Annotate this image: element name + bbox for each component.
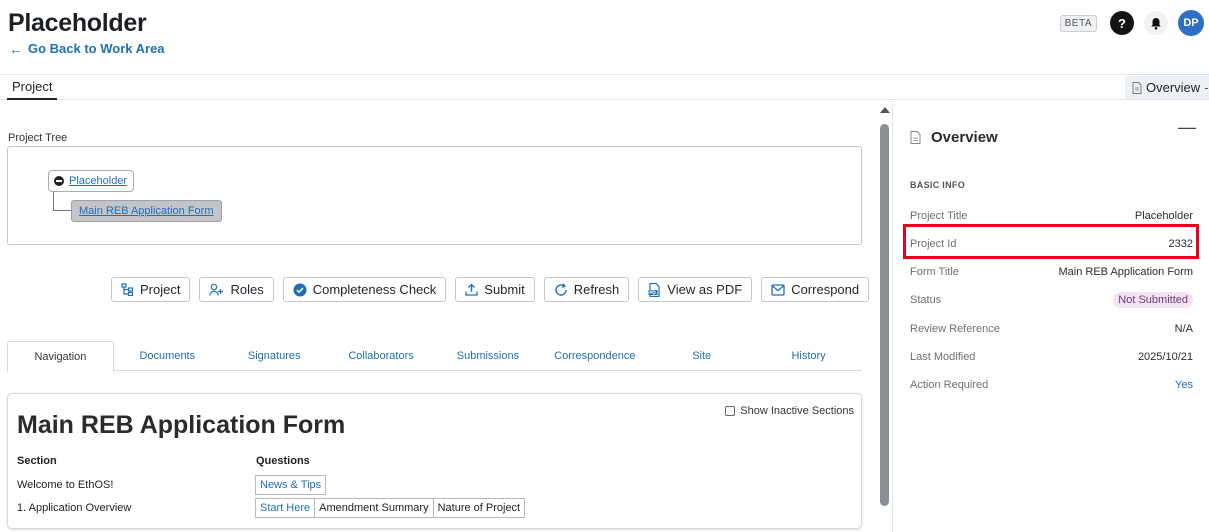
refresh-button[interactable]: Refresh	[543, 277, 630, 302]
info-row-form-title: Form Title Main REB Application Form	[910, 262, 1193, 282]
highlight-annotation	[903, 224, 1199, 259]
tab-collaborators[interactable]: Collaborators	[328, 341, 435, 371]
correspond-button[interactable]: Correspond	[761, 277, 870, 302]
tree-node-child-label: Main REB Application Form	[79, 205, 214, 217]
help-icon[interactable]: ?	[1110, 11, 1134, 35]
mail-icon	[771, 283, 785, 296]
tab-overview-label: Overview	[1146, 80, 1201, 95]
project-button-label: Project	[140, 282, 181, 297]
tab-overview-tail: -	[1204, 80, 1209, 95]
submit-button-label: Submit	[484, 282, 525, 297]
info-row-last-modified: Last Modified 2025/10/21	[910, 347, 1193, 367]
show-inactive-checkbox[interactable]	[725, 406, 736, 416]
completeness-check-label: Completeness Check	[312, 282, 437, 297]
tab-navigation[interactable]: Navigation	[7, 341, 114, 372]
info-row-project-title: Project Title Placeholder	[910, 206, 1193, 226]
back-link-label: Go Back to Work Area	[28, 41, 165, 56]
tree-node-child[interactable]: Main REB Application Form	[71, 200, 222, 222]
arrow-left-icon: ←	[9, 40, 23, 57]
info-row-status: Status Not Submitted	[910, 290, 1193, 310]
tree-node-root[interactable]: Placeholder	[48, 170, 135, 192]
info-key: Form Title	[910, 266, 959, 278]
info-value: Main REB Application Form	[1058, 266, 1194, 278]
submit-button[interactable]: Submit	[455, 277, 535, 302]
tree-node-root-label: Placeholder	[69, 175, 128, 187]
section-row-label: 1. Application Overview	[17, 502, 132, 514]
show-inactive-label: Show Inactive Sections	[740, 405, 854, 417]
scroll-up-arrow-icon[interactable]	[880, 107, 890, 113]
roles-button[interactable]: Roles	[199, 277, 274, 302]
questions-column-header: Questions	[256, 455, 310, 467]
form-navigation-card: Main REB Application Form Show Inactive …	[7, 393, 862, 529]
pdf-icon	[648, 282, 660, 297]
collapse-panel-button[interactable]: —	[1178, 117, 1196, 138]
beta-badge: BETA	[1059, 14, 1097, 32]
refresh-button-label: Refresh	[573, 282, 620, 297]
page-title: Placeholder	[8, 9, 147, 37]
show-inactive-sections-toggle[interactable]: Show Inactive Sections	[725, 405, 854, 417]
question-chips: News & Tips	[255, 475, 327, 495]
info-value: N/A	[1174, 323, 1193, 335]
document-icon	[1132, 81, 1142, 94]
info-key: Review Reference	[910, 323, 1000, 335]
info-row-action-required: Action Required Yes	[910, 375, 1193, 395]
tab-submissions[interactable]: Submissions	[435, 341, 542, 371]
info-value: 2025/10/21	[1137, 351, 1193, 363]
project-button[interactable]: Project	[111, 277, 191, 302]
project-tree-icon	[121, 283, 134, 296]
tab-documents[interactable]: Documents	[114, 341, 221, 371]
question-chip[interactable]: Start Here	[255, 498, 316, 518]
tab-overview[interactable]: Overview -	[1125, 76, 1209, 99]
header-actions: BETA ? DP	[1059, 10, 1204, 36]
upload-icon	[465, 283, 478, 296]
back-to-work-area-link[interactable]: ← Go Back to Work Area	[9, 41, 165, 56]
main-content: Project Tree Placeholder Main REB Applic…	[0, 101, 876, 532]
scrollbar-thumb[interactable]	[880, 124, 889, 506]
document-icon	[910, 131, 921, 144]
tab-history[interactable]: History	[755, 341, 862, 371]
tab-project[interactable]: Project	[7, 78, 58, 100]
basic-info-heading: BASIC INFO	[910, 180, 966, 190]
action-toolbar: Project Roles Completeness Check Submit …	[111, 277, 870, 302]
view-as-pdf-label: View as PDF	[667, 282, 743, 297]
overview-title: Overview	[910, 129, 998, 146]
info-key: Project Title	[910, 210, 968, 222]
collapse-node-icon[interactable]	[54, 176, 64, 186]
notification-bell-icon[interactable]	[1144, 11, 1168, 35]
question-chip[interactable]: Nature of Project	[432, 498, 526, 518]
info-value: Placeholder	[1134, 210, 1193, 222]
section-tabs: Navigation Documents Signatures Collabor…	[7, 341, 862, 372]
form-title: Main REB Application Form	[17, 411, 346, 439]
overview-title-label: Overview	[931, 129, 998, 146]
project-tree-label: Project Tree	[8, 132, 68, 144]
completeness-check-button[interactable]: Completeness Check	[282, 277, 447, 302]
section-row-label: Welcome to EthOS!	[17, 479, 114, 491]
tab-signatures[interactable]: Signatures	[221, 341, 328, 371]
refresh-icon	[555, 282, 567, 296]
correspond-button-label: Correspond	[791, 282, 860, 297]
user-add-icon	[209, 283, 224, 296]
tree-connector	[53, 192, 71, 211]
main-scrollbar[interactable]	[876, 101, 893, 532]
check-circle-icon	[293, 283, 307, 296]
tab-site[interactable]: Site	[648, 341, 755, 371]
info-key: Action Required	[910, 379, 989, 391]
user-avatar[interactable]: DP	[1178, 10, 1204, 36]
section-column-header: Section	[17, 455, 57, 467]
action-required-link[interactable]: Yes	[1175, 379, 1193, 391]
overview-panel: Overview — BASIC INFO Project Title Plac…	[894, 101, 1209, 532]
project-tree: Placeholder Main REB Application Form	[7, 146, 862, 245]
tab-correspondence[interactable]: Correspondence	[541, 341, 648, 371]
question-chip[interactable]: Amendment Summary	[314, 498, 434, 518]
question-chips: Start Here Amendment Summary Nature of P…	[255, 498, 526, 518]
page-header: Placeholder ← Go Back to Work Area BETA …	[0, 0, 1209, 74]
top-tab-strip: Project Overview -	[0, 74, 1209, 100]
view-as-pdf-button[interactable]: View as PDF	[638, 277, 753, 302]
question-chip[interactable]: News & Tips	[255, 475, 327, 495]
status-badge: Not Submitted	[1113, 292, 1193, 308]
info-row-review-reference: Review Reference N/A	[910, 319, 1193, 339]
info-key: Status	[910, 294, 942, 306]
roles-button-label: Roles	[230, 282, 264, 297]
info-key: Last Modified	[910, 351, 976, 363]
